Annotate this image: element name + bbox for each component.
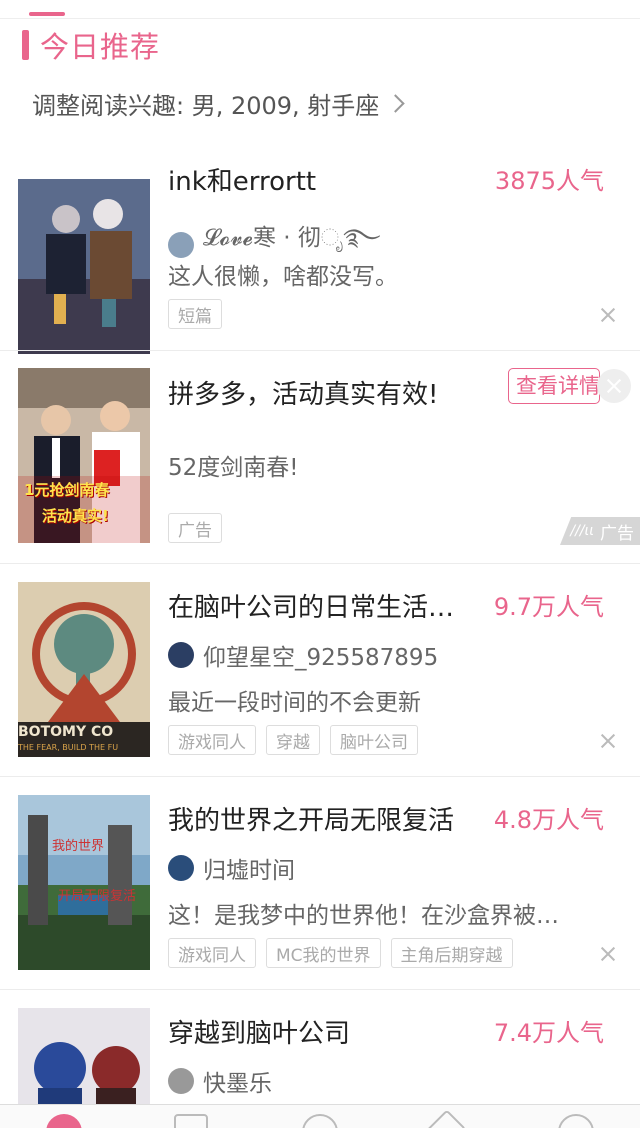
book-card[interactable]: 我的世界 开局无限复活 我的世界之开局无限复活 4.8万人气 归墟时间 这！是我… (0, 777, 640, 989)
ad-title[interactable]: 拼多多，活动真实有效! (168, 374, 438, 411)
cover-text: 我的世界 (52, 839, 105, 854)
ad-cover-text: 1元抢剑南春 (24, 481, 110, 499)
ad-cover[interactable]: 1元抢剑南春 活动真实! (18, 368, 150, 543)
view-details-button[interactable]: 查看详情 (508, 368, 600, 404)
cover-subtext: 开局无限复活 (58, 889, 137, 904)
book-tags: 游戏同人 MC我的世界 主角后期穿越 (168, 938, 523, 968)
book-popularity: 9.7万人气 (493, 593, 604, 621)
dismiss-icon[interactable] (600, 307, 616, 323)
active-tab-indicator (29, 12, 65, 16)
book-card[interactable]: BOTOMY CO THE FEAR, BUILD THE FU 在脑叶公司的日… (0, 564, 640, 776)
cover-text: BOTOMY CO (18, 724, 114, 740)
book-popularity: 7.4万人气 (493, 1019, 604, 1047)
book-tag[interactable]: 游戏同人 (168, 725, 256, 755)
book-author[interactable]: 归墟时间 (168, 851, 295, 885)
book-card[interactable]: ink和errortt 3875人气 𝓛𝓸𝓿𝓮寒 · 彻ೃ࿐ 这人很懒，啥都没写… (0, 150, 640, 354)
nav-discover-icon[interactable] (302, 1114, 338, 1128)
author-avatar (168, 855, 194, 881)
book-tag[interactable]: 主角后期穿越 (390, 938, 513, 968)
author-avatar (168, 642, 194, 668)
author-avatar (168, 1068, 194, 1094)
book-author[interactable]: 仰望星空_925587895 (168, 638, 438, 672)
book-tags: 短篇 (168, 299, 232, 329)
book-popularity: 3875人气 (494, 167, 604, 195)
section-accent-bar (22, 30, 29, 60)
ad-cover-subtext: 活动真实! (42, 507, 109, 525)
book-cover[interactable] (18, 1008, 150, 1104)
book-author[interactable]: 快墨乐 (168, 1064, 272, 1098)
book-cover[interactable]: BOTOMY CO THE FEAR, BUILD THE FU (18, 582, 150, 757)
author-name: 快墨乐 (203, 1071, 272, 1097)
ad-mark: ///ιι 广告 (560, 517, 640, 545)
nav-home-icon[interactable] (46, 1114, 82, 1128)
ad-close-icon[interactable] (597, 369, 631, 403)
nav-profile-icon[interactable] (558, 1114, 594, 1128)
book-tag[interactable]: 穿越 (266, 725, 320, 755)
ad-tag: 广告 (168, 513, 222, 543)
book-tag[interactable]: MC我的世界 (266, 938, 381, 968)
chevron-right-icon (386, 94, 406, 113)
author-name: 归墟时间 (203, 858, 295, 884)
book-tag[interactable]: 脑叶公司 (330, 725, 418, 755)
book-title[interactable]: 在脑叶公司的日常生活… (168, 587, 454, 624)
book-cover[interactable]: 我的世界 开局无限复活 (18, 795, 150, 970)
dismiss-icon[interactable] (600, 733, 616, 749)
book-title[interactable]: 穿越到脑叶公司 (168, 1013, 350, 1050)
book-card[interactable]: 穿越到脑叶公司 7.4万人气 快墨乐 (0, 990, 640, 1104)
ad-tags: 广告 (168, 513, 232, 543)
ad-mark-logo: ///ιι (570, 523, 594, 539)
section-title: 今日推荐 (40, 30, 161, 64)
book-description: 最近一段时间的不会更新 (168, 690, 421, 716)
ad-mark-label: 广告 (600, 523, 634, 544)
dismiss-icon[interactable] (600, 946, 616, 962)
author-avatar (168, 231, 194, 258)
book-tags: 游戏同人 穿越 脑叶公司 (168, 725, 428, 755)
book-tag[interactable]: 游戏同人 (168, 938, 256, 968)
nav-ranking-icon[interactable] (174, 1114, 208, 1128)
adjust-interest-label: 调整阅读兴趣: 男, 2009, 射手座 (32, 92, 380, 120)
cover-subtext: THE FEAR, BUILD THE FU (18, 743, 119, 752)
book-description: 这！是我梦中的世界他！在沙盒界被… (168, 903, 559, 929)
book-title[interactable]: 我的世界之开局无限复活 (168, 800, 454, 837)
book-popularity: 4.8万人气 (493, 806, 604, 834)
section-header: 今日推荐 (22, 28, 160, 64)
adjust-interest-link[interactable]: 调整阅读兴趣: 男, 2009, 射手座 (32, 86, 406, 121)
top-divider (0, 18, 640, 19)
book-description: 这人很懒，啥都没写。 (168, 264, 398, 290)
book-title[interactable]: ink和errortt (168, 161, 316, 198)
book-tag[interactable]: 短篇 (168, 299, 222, 329)
bottom-nav (0, 1104, 640, 1128)
author-name: 仰望星空_925587895 (203, 645, 439, 671)
nav-write-icon[interactable] (421, 1109, 467, 1128)
book-cover[interactable] (18, 179, 150, 354)
ad-description: 52度剑南春! (168, 455, 299, 481)
